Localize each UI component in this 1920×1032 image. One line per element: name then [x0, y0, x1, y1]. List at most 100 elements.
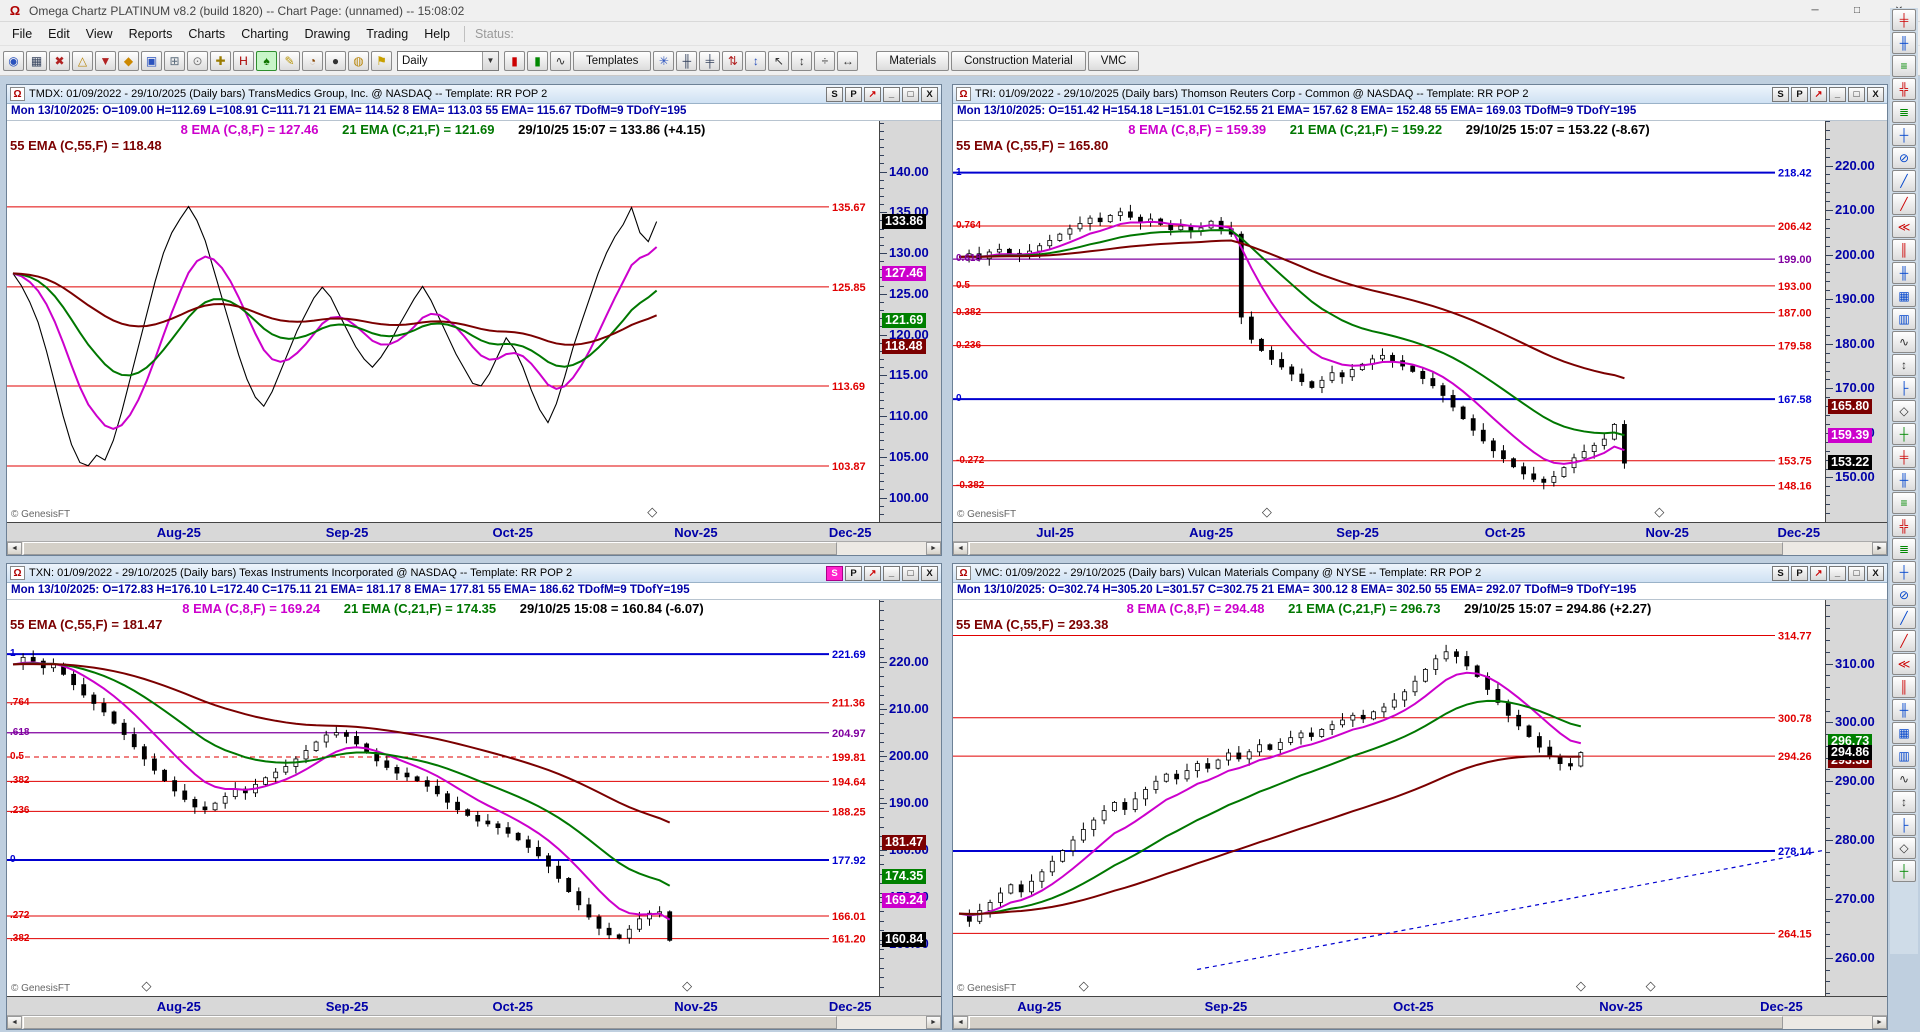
toolbar-d-icon-2[interactable]: ↕	[791, 50, 813, 71]
chart-plot-area[interactable]: 221.69 211.36 204.97 199.81 194.64 188.25 177.…	[7, 600, 879, 996]
toolbar-a-icon-15[interactable]: ●	[325, 50, 346, 71]
sidebar-tool-icon-7[interactable]: ⊘	[1892, 147, 1916, 169]
panel-minimize-button[interactable]: _	[883, 86, 900, 102]
scroll-left-icon[interactable]: ◄	[953, 1016, 968, 1029]
toolbar-c-icon-2[interactable]: ╫	[676, 50, 698, 71]
sidebar-tool-icon-24[interactable]: ≣	[1892, 538, 1916, 560]
popout-icon[interactable]: ↗	[864, 565, 881, 581]
menu-drawing[interactable]: Drawing	[296, 24, 358, 44]
sidebar-tool-icon-28[interactable]: ╱	[1892, 630, 1916, 652]
toolbar-d-icon-1[interactable]: ↖	[768, 50, 790, 71]
menu-file[interactable]: File	[4, 24, 40, 44]
toolbar-a-icon-17[interactable]: ⚑	[371, 50, 392, 71]
scrollbar-track[interactable]	[968, 1016, 1872, 1029]
sidebar-tool-icon-23[interactable]: ╬	[1892, 515, 1916, 537]
toolbar-b-icon-1[interactable]: ▮	[504, 50, 525, 71]
toolbar-a-icon-13[interactable]: ✎	[279, 50, 300, 71]
print-button[interactable]: P	[845, 86, 862, 102]
sidebar-tool-icon-6[interactable]: ┼	[1892, 124, 1916, 146]
scale-button[interactable]: S	[826, 86, 843, 102]
sidebar-tool-icon-27[interactable]: ╱	[1892, 607, 1916, 629]
toolbar-a-icon-7[interactable]: ▣	[141, 50, 162, 71]
popout-icon[interactable]: ↗	[1810, 86, 1827, 102]
toolbar-c-icon-5[interactable]: ↕	[745, 50, 767, 71]
sidebar-tool-icon-2[interactable]: ╫	[1892, 32, 1916, 54]
panel-minimize-button[interactable]: _	[1829, 86, 1846, 102]
window-maximize-button[interactable]: □	[1836, 0, 1878, 21]
print-button[interactable]: P	[1791, 86, 1808, 102]
sidebar-tool-icon-35[interactable]: ↕	[1892, 791, 1916, 813]
toolbar-b-icon-3[interactable]: ∿	[550, 50, 571, 71]
panel-close-button[interactable]: X	[1867, 565, 1884, 581]
scale-button[interactable]: S	[826, 565, 843, 581]
sidebar-tool-icon-3[interactable]: ≡	[1892, 55, 1916, 77]
sidebar-tool-icon-33[interactable]: ▥	[1892, 745, 1916, 767]
panel-close-button[interactable]: X	[921, 565, 938, 581]
interval-select[interactable]: Daily ▼	[397, 50, 499, 71]
panel-scrollbar[interactable]: ◄ ►	[953, 541, 1887, 555]
sidebar-tool-icon-16[interactable]: ↕	[1892, 354, 1916, 376]
scroll-left-icon[interactable]: ◄	[7, 542, 22, 555]
panel-scrollbar[interactable]: ◄ ►	[7, 541, 941, 555]
sidebar-tool-icon-21[interactable]: ╫	[1892, 469, 1916, 491]
panel-minimize-button[interactable]: _	[1829, 565, 1846, 581]
toolbar-a-icon-11[interactable]: H	[233, 50, 254, 71]
price-axis[interactable]: 220.00210.00200.00190.00180.00170.00160.…	[879, 600, 941, 997]
scroll-right-icon[interactable]: ►	[926, 1016, 941, 1029]
sidebar-tool-icon-12[interactable]: ╫	[1892, 262, 1916, 284]
panel-close-button[interactable]: X	[1867, 86, 1884, 102]
scrollbar-thumb[interactable]	[969, 542, 1783, 555]
panel-close-button[interactable]: X	[921, 86, 938, 102]
sidebar-tool-icon-37[interactable]: ◇	[1892, 837, 1916, 859]
scale-button[interactable]: S	[1772, 565, 1789, 581]
sidebar-tool-icon-11[interactable]: ║	[1892, 239, 1916, 261]
scale-button[interactable]: S	[1772, 86, 1789, 102]
popout-icon[interactable]: ↗	[864, 86, 881, 102]
sidebar-tool-icon-9[interactable]: ╱	[1892, 193, 1916, 215]
sidebar-tool-icon-17[interactable]: ├	[1892, 377, 1916, 399]
sidebar-tool-icon-32[interactable]: ▦	[1892, 722, 1916, 744]
menu-help[interactable]: Help	[416, 24, 458, 44]
scrollbar-track[interactable]	[968, 542, 1872, 555]
sidebar-tool-icon-26[interactable]: ⊘	[1892, 584, 1916, 606]
menu-charts[interactable]: Charts	[180, 24, 233, 44]
price-axis[interactable]: 220.00210.00200.00190.00180.00170.00160.…	[1825, 121, 1887, 523]
menu-view[interactable]: View	[78, 24, 121, 44]
panel-maximize-button[interactable]: □	[902, 86, 919, 102]
scroll-right-icon[interactable]: ►	[1872, 1016, 1887, 1029]
panel-maximize-button[interactable]: □	[902, 565, 919, 581]
group-button-materials[interactable]: Materials	[876, 50, 950, 71]
panel-titlebar[interactable]: Ω TRI: 01/09/2022 - 29/10/2025 (Daily ba…	[953, 85, 1887, 104]
window-titlebar[interactable]: Ω Omega Chartz PLATINUM v8.2 (build 1820…	[0, 0, 1920, 22]
scroll-left-icon[interactable]: ◄	[7, 1016, 22, 1029]
group-button-vmc[interactable]: VMC	[1087, 50, 1140, 71]
toolbar-a-icon-14[interactable]: ◔	[302, 50, 323, 71]
toolbar-b-icon-2[interactable]: ▮	[527, 50, 548, 71]
sidebar-tool-icon-14[interactable]: ▥	[1892, 308, 1916, 330]
toolbar-d-icon-3[interactable]: ÷	[814, 50, 836, 71]
sidebar-tool-icon-22[interactable]: ≡	[1892, 492, 1916, 514]
sidebar-tool-icon-15[interactable]: ∿	[1892, 331, 1916, 353]
window-minimize-button[interactable]: ─	[1794, 0, 1836, 21]
sidebar-tool-icon-8[interactable]: ╱	[1892, 170, 1916, 192]
sidebar-tool-icon-5[interactable]: ≣	[1892, 101, 1916, 123]
price-axis[interactable]: 310.00 300.00 290.00 280.00 270.00 260.00 296.…	[1825, 600, 1887, 996]
scrollbar-thumb[interactable]	[23, 1016, 837, 1029]
scrollbar-thumb[interactable]	[23, 542, 837, 555]
scrollbar-track[interactable]	[22, 1016, 926, 1029]
templates-button[interactable]: Templates	[573, 50, 652, 71]
toolbar-a-icon-12[interactable]: ♠	[256, 50, 277, 71]
sidebar-tool-icon-13[interactable]: ▦	[1892, 285, 1916, 307]
toolbar-c-icon-4[interactable]: ⇅	[722, 50, 744, 71]
panel-maximize-button[interactable]: □	[1848, 565, 1865, 581]
sidebar-tool-icon-20[interactable]: ╪	[1892, 446, 1916, 468]
toolbar-c-icon-3[interactable]: ╪	[699, 50, 721, 71]
toolbar-a-icon-16[interactable]: ◍	[348, 50, 369, 71]
print-button[interactable]: P	[845, 565, 862, 581]
sidebar-tool-icon-29[interactable]: ≪	[1892, 653, 1916, 675]
toolbar-a-icon-3[interactable]: ✖	[49, 50, 70, 71]
sidebar-tool-icon-25[interactable]: ┼	[1892, 561, 1916, 583]
toolbar-a-icon-1[interactable]: ◉	[3, 50, 24, 71]
scrollbar-thumb[interactable]	[969, 1016, 1783, 1029]
toolbar-a-icon-10[interactable]: ✚	[210, 50, 231, 71]
